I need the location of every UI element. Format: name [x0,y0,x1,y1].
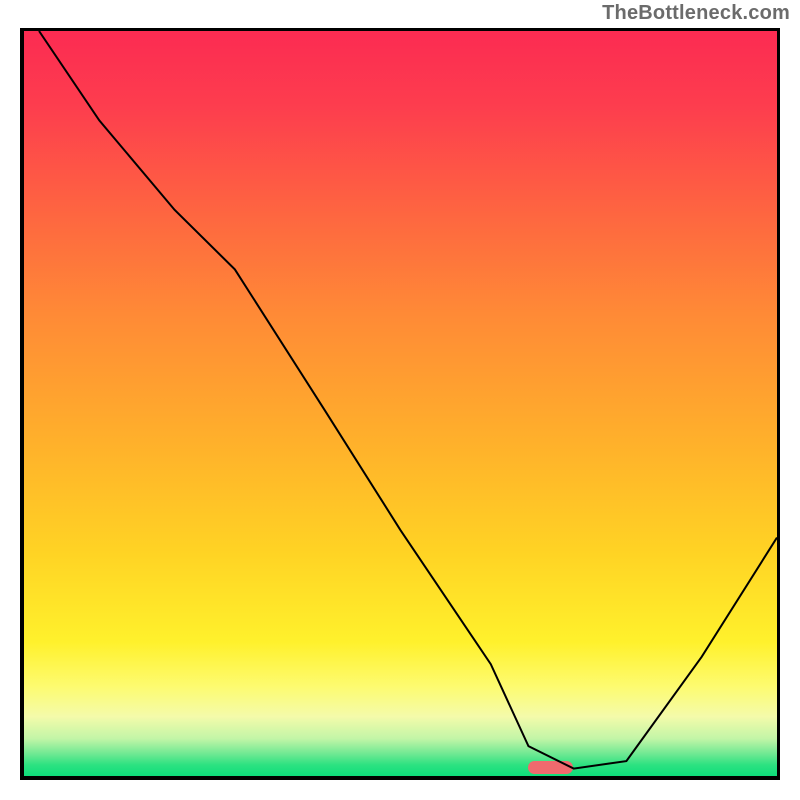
plot-area [20,28,780,780]
bottleneck-curve [24,31,777,776]
watermark-text: TheBottleneck.com [602,2,790,25]
chart-frame: TheBottleneck.com [0,0,800,800]
